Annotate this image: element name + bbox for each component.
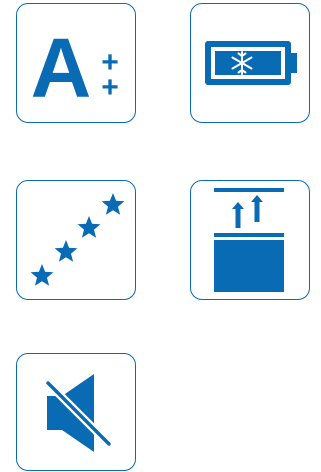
rising-stars-icon	[30, 193, 125, 286]
battery-freeze-icon	[205, 41, 297, 85]
battery-freeze-tile	[190, 3, 310, 123]
star-icon	[54, 240, 78, 262]
raise-height-icon	[214, 188, 284, 292]
energy-class-letter: A	[31, 21, 92, 115]
energy-class-plus-bottom: +	[101, 71, 119, 104]
star-icon	[101, 193, 125, 215]
sound-muted-tile	[16, 353, 136, 471]
raise-height-tile	[190, 180, 310, 300]
rising-stars-tile	[16, 180, 136, 300]
star-icon	[77, 216, 101, 238]
star-icon	[30, 264, 54, 286]
sound-muted-icon	[44, 374, 113, 452]
energy-class-a-plus-plus-icon: A + +	[31, 21, 119, 115]
double-up-arrow-icon	[232, 195, 263, 228]
energy-class-tile: A + +	[16, 3, 136, 123]
